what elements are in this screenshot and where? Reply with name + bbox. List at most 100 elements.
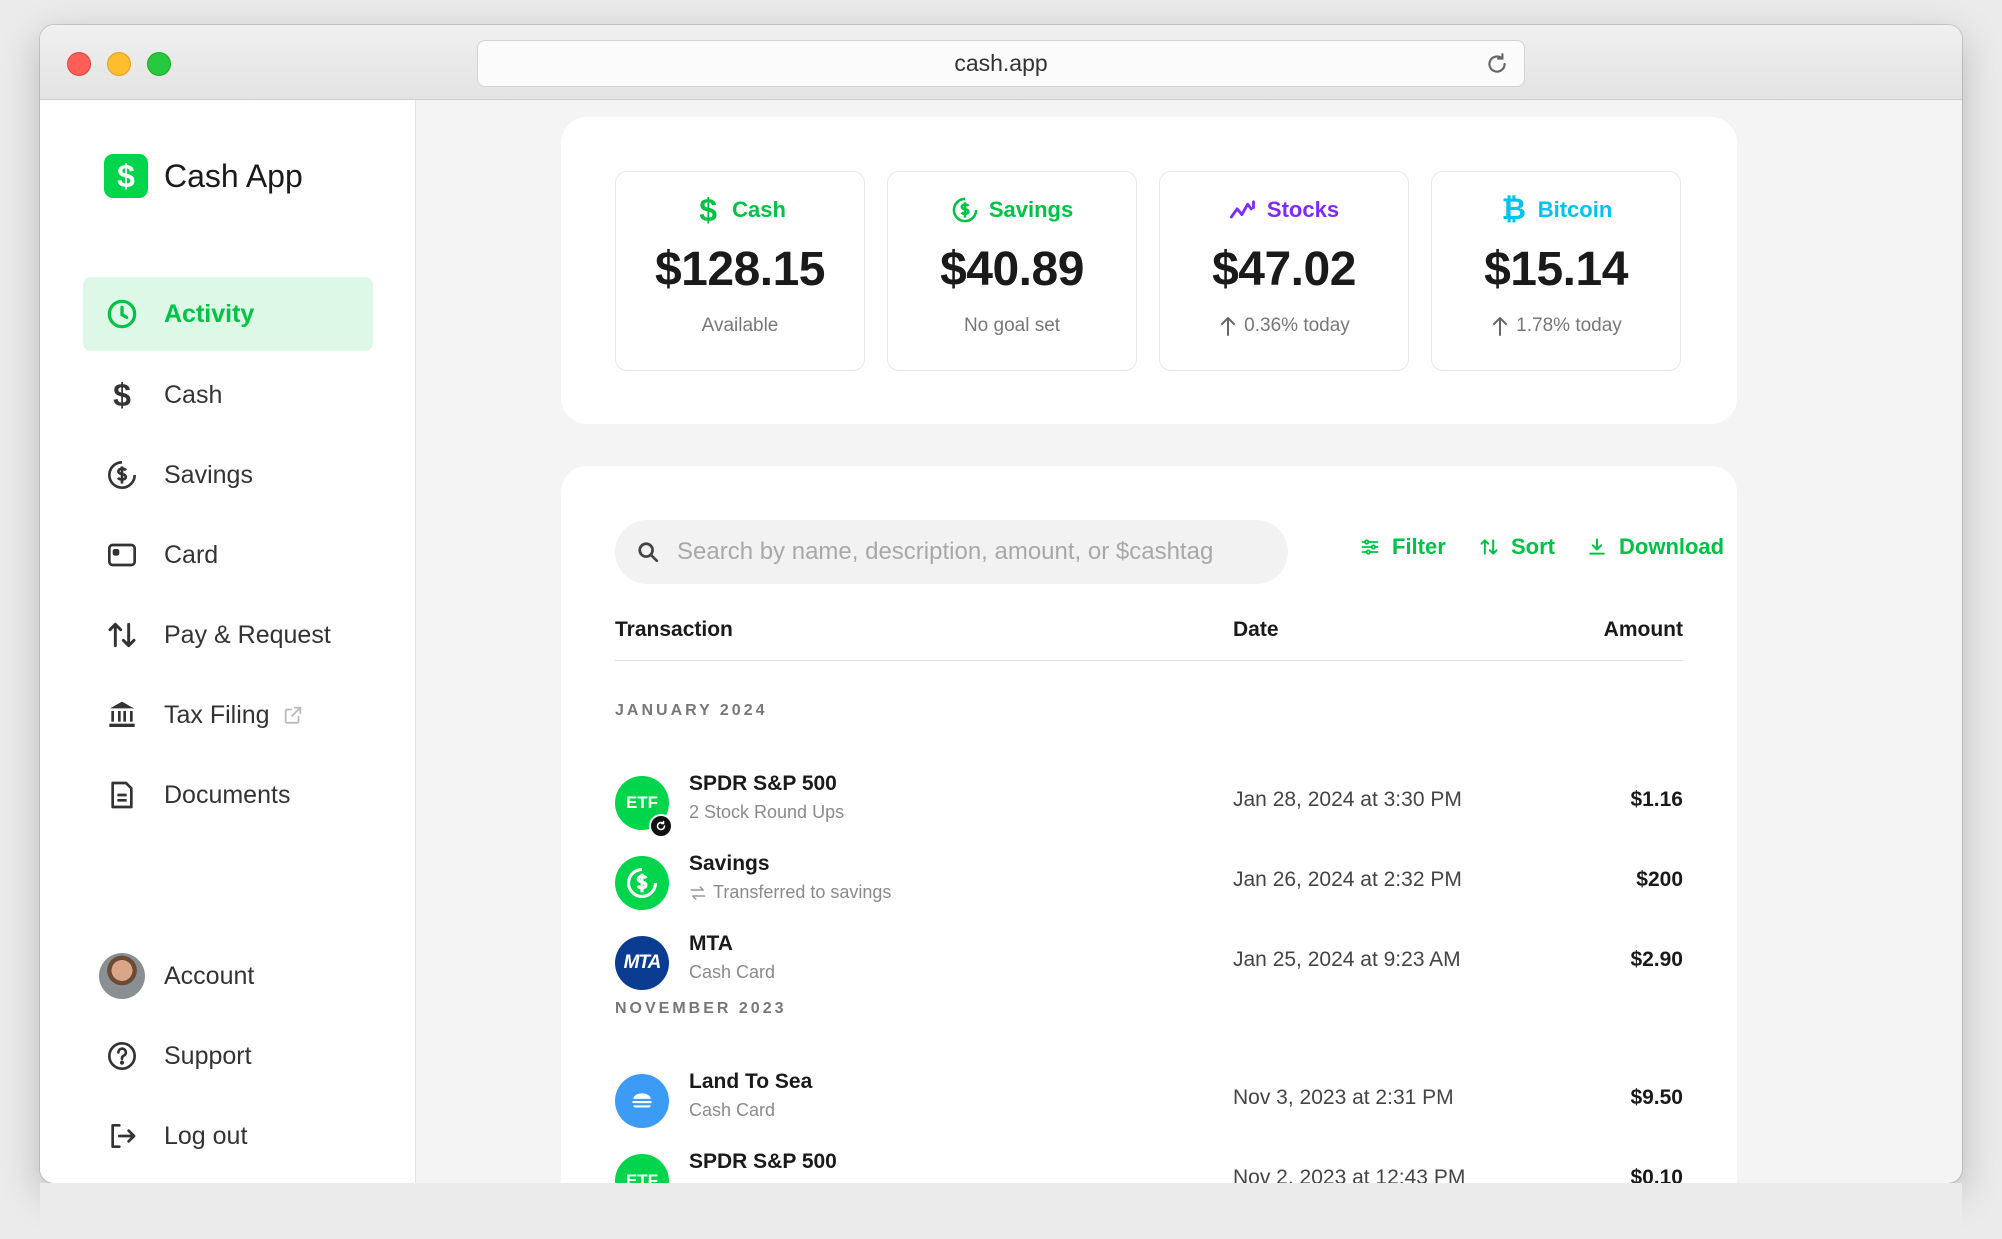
balance-change: 1.78% today: [1516, 315, 1622, 336]
transaction-date: Jan 28, 2024 at 3:30 PM: [1233, 788, 1462, 811]
bank-icon: [105, 698, 139, 732]
table-row[interactable]: Land To Sea Cash Card Nov 3, 2023 at 2:3…: [615, 1070, 1683, 1134]
maximize-window-button[interactable]: [147, 52, 171, 76]
etf-icon-label: ETF: [625, 793, 659, 812]
card-icon: [105, 538, 139, 572]
round-up-badge-icon: [649, 814, 673, 838]
column-header-date[interactable]: Date: [1233, 618, 1279, 642]
download-label: Download: [1619, 534, 1725, 559]
transaction-amount: $9.50: [1630, 1086, 1683, 1109]
sidebar-item-support[interactable]: Support: [83, 1019, 373, 1093]
balance-card-header: Savings: [888, 196, 1136, 224]
balance-card-header: Stocks: [1160, 196, 1408, 224]
header-divider: [615, 660, 1683, 661]
transaction-description-text: Transferred to savings: [713, 882, 892, 902]
sidebar-item-savings[interactable]: Savings: [83, 438, 373, 512]
search-input[interactable]: [677, 538, 1267, 566]
sidebar-item-label: Activity: [164, 299, 255, 328]
sidebar-item-tax-filing[interactable]: Tax Filing: [83, 678, 373, 752]
sidebar-item-label: Cash: [164, 380, 223, 409]
address-bar[interactable]: cash.app: [477, 40, 1525, 87]
transaction-date: Jan 25, 2024 at 9:23 AM: [1233, 948, 1461, 971]
sidebar-item-activity[interactable]: Activity: [83, 277, 373, 351]
avatar: [99, 953, 145, 999]
cash-app-logo-icon: $: [104, 154, 148, 198]
sidebar-item-label: Support: [164, 1041, 252, 1070]
balance-card-cash[interactable]: $ Cash $128.15 Available: [615, 171, 865, 371]
arrow-up-icon: [1221, 316, 1236, 336]
column-header-transaction[interactable]: Transaction: [615, 618, 733, 642]
transaction-description: Transferred to savings: [689, 882, 891, 903]
transaction-name: Savings: [689, 852, 770, 875]
sidebar-item-label: Savings: [164, 460, 253, 489]
sidebar-item-cash[interactable]: $ Cash: [83, 358, 373, 432]
sidebar-item-label: Log out: [164, 1121, 248, 1150]
balance-label: Stocks: [1266, 197, 1340, 222]
transaction-name: MTA: [689, 932, 733, 955]
sort-icon: [1480, 539, 1498, 555]
bitcoin-icon: ₿: [1501, 193, 1526, 226]
transaction-amount: $1.16: [1630, 788, 1683, 811]
mta-logo-icon: MTA: [615, 936, 669, 990]
balance-amount: $47.02: [1212, 243, 1356, 296]
download-icon: [1589, 538, 1605, 555]
reload-icon[interactable]: [1484, 51, 1510, 77]
savings-icon: [951, 196, 979, 224]
search-bar[interactable]: [615, 520, 1288, 584]
balance-subtext: 0.36% today: [1160, 315, 1408, 337]
minimize-window-button[interactable]: [107, 52, 131, 76]
balances-panel: $ Cash $128.15 Available Savings $40.89 …: [561, 117, 1737, 424]
arrow-up-icon: [1493, 316, 1508, 336]
balance-amount: $128.15: [654, 243, 826, 296]
balance-label: Savings: [988, 197, 1074, 222]
search-icon: [638, 542, 659, 563]
transaction-description: 2 Stock Round Ups: [689, 802, 845, 822]
balance-card-bitcoin[interactable]: ₿ Bitcoin $15.14 1.78% today: [1431, 171, 1681, 371]
transaction-name: Land To Sea: [689, 1070, 813, 1093]
close-window-button[interactable]: [67, 52, 91, 76]
table-row[interactable]: MTA MTA Cash Card Jan 25, 2024 at 9:23 A…: [615, 932, 1683, 996]
sort-button[interactable]: Sort: [1479, 534, 1555, 560]
transaction-date: Jan 26, 2024 at 2:32 PM: [1233, 868, 1462, 891]
external-link-icon: [284, 706, 301, 724]
brand-name: Cash App: [164, 157, 303, 194]
browser-titlebar: cash.app: [40, 25, 1962, 100]
download-button[interactable]: Download: [1587, 534, 1724, 560]
mta-logo-label: MTA: [623, 952, 662, 973]
balance-amount: $40.89: [940, 243, 1084, 296]
filter-label: Filter: [1392, 534, 1446, 559]
transaction-name: SPDR S&P 500: [689, 772, 837, 795]
dollar-icon: $: [699, 191, 717, 228]
clock-icon: [105, 297, 139, 331]
activity-panel: Filter Sort Download Transaction Date Am…: [561, 466, 1737, 1208]
stocks-trend-icon: [1229, 196, 1257, 224]
transaction-date: Nov 3, 2023 at 2:31 PM: [1233, 1086, 1454, 1109]
sidebar-item-logout[interactable]: Log out: [83, 1099, 373, 1173]
sort-label: Sort: [1511, 534, 1555, 559]
month-header: NOVEMBER 2023: [615, 1000, 787, 1017]
month-header: JANUARY 2024: [615, 702, 768, 719]
sidebar-item-account[interactable]: Account: [83, 939, 373, 1013]
logout-icon: [105, 1119, 139, 1153]
balance-subtext: Available: [701, 315, 779, 336]
sidebar-item-label: Tax Filing: [164, 700, 270, 729]
balance-card-stocks[interactable]: Stocks $47.02 0.36% today: [1159, 171, 1409, 371]
sidebar-item-card[interactable]: Card: [83, 518, 373, 592]
document-icon: [105, 778, 139, 812]
transaction-description: Cash Card: [689, 1100, 776, 1120]
etf-icon: ETF: [615, 776, 673, 838]
sidebar-item-pay-request[interactable]: Pay & Request: [83, 598, 373, 672]
table-row[interactable]: Savings Transferred to savings Jan 26, 2…: [615, 852, 1683, 916]
sidebar-item-label: Card: [164, 540, 219, 569]
sidebar-item-documents[interactable]: Documents: [83, 758, 373, 832]
balance-card-savings[interactable]: Savings $40.89 No goal set: [887, 171, 1137, 371]
dollar-icon: $: [113, 376, 131, 413]
transaction-amount: $2.90: [1630, 948, 1683, 971]
sidebar: $ Cash App Activity $ Cash Savings Card: [40, 100, 416, 1183]
balance-change: 0.36% today: [1244, 315, 1350, 336]
column-header-amount[interactable]: Amount: [1604, 618, 1683, 642]
brand[interactable]: $ Cash App: [104, 154, 303, 198]
table-row[interactable]: ETF SPDR S&P 500 2 Stock Round Ups Jan 2…: [615, 772, 1683, 838]
filter-button[interactable]: Filter: [1360, 534, 1446, 560]
sidebar-item-label: Documents: [164, 780, 291, 809]
